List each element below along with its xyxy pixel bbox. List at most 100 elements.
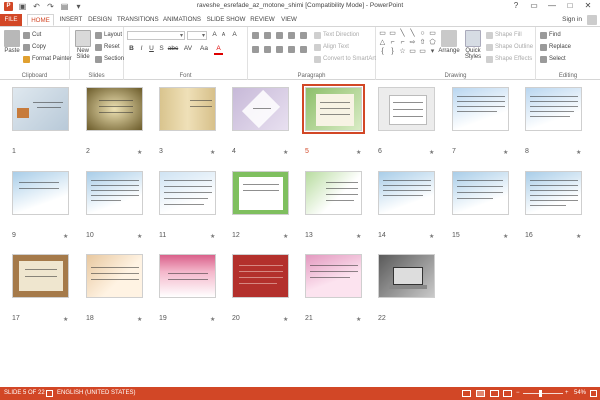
reading-view-icon[interactable]: [490, 390, 499, 397]
tab-animations[interactable]: ANIMATIONS: [162, 14, 202, 26]
bold-button[interactable]: B: [127, 45, 136, 53]
zoom-in-button[interactable]: +: [565, 387, 569, 400]
format-painter-button[interactable]: Format Painter: [23, 55, 72, 63]
italic-button[interactable]: I: [137, 45, 146, 53]
increase-indent-button[interactable]: [288, 31, 295, 39]
change-case-button[interactable]: Aa: [198, 45, 210, 53]
zoom-slider[interactable]: [523, 393, 563, 394]
new-slide-button[interactable]: New Slide: [73, 30, 93, 60]
tab-slide-show[interactable]: SLIDE SHOW: [206, 14, 246, 26]
shape-outline-button[interactable]: Shape Outline: [486, 43, 533, 51]
slide-thumbnail-19[interactable]: [159, 254, 216, 298]
tab-design[interactable]: DESIGN: [86, 14, 114, 26]
tab-insert[interactable]: INSERT: [58, 14, 84, 26]
right-brace-shape-icon[interactable]: }: [388, 48, 397, 56]
align-text-button[interactable]: Align Text: [314, 43, 349, 51]
slide-thumbnail-2[interactable]: [86, 87, 143, 131]
elbow-shape-icon[interactable]: ⌐: [398, 39, 407, 47]
slide-thumbnail-10[interactable]: [86, 171, 143, 215]
tab-home[interactable]: HOME: [27, 14, 54, 26]
slide-thumbnail-11[interactable]: [159, 171, 216, 215]
slide-thumbnail-13[interactable]: [305, 171, 362, 215]
replace-button[interactable]: Replace: [540, 43, 571, 51]
shrink-font-button[interactable]: A: [219, 31, 228, 39]
star-shape-icon[interactable]: ☆: [398, 48, 407, 56]
oval-shape-icon[interactable]: ○: [418, 30, 427, 38]
reset-button[interactable]: Reset: [95, 43, 120, 51]
language-status[interactable]: ENGLISH (UNITED STATES): [57, 387, 135, 400]
zoom-level[interactable]: 54%: [574, 387, 586, 400]
text-direction-button[interactable]: Text Direction: [314, 31, 359, 39]
right-arrow-shape-icon[interactable]: ⇨: [408, 39, 417, 47]
convert-to-smartart-button[interactable]: Convert to SmartArt: [314, 55, 376, 63]
up-arrow-shape-icon[interactable]: ⇧: [418, 39, 427, 47]
shape-fill-button[interactable]: Shape Fill: [486, 31, 522, 39]
ribbon-display-options-icon[interactable]: ▭: [525, 0, 543, 12]
spellcheck-icon[interactable]: [46, 390, 53, 397]
paste-button[interactable]: Paste: [3, 30, 21, 54]
tab-transitions[interactable]: TRANSITIONS: [117, 14, 159, 26]
slide-thumbnail-5[interactable]: [302, 84, 365, 134]
slide-thumbnail-4[interactable]: [232, 87, 289, 131]
normal-view-icon[interactable]: [462, 390, 471, 397]
bullets-button[interactable]: [252, 31, 259, 39]
align-center-button[interactable]: [264, 45, 271, 53]
slide-thumbnail-3[interactable]: [159, 87, 216, 131]
slide-thumbnail-18[interactable]: [86, 254, 143, 298]
close-button[interactable]: ✕: [579, 0, 597, 12]
slide-show-view-icon[interactable]: [503, 390, 512, 397]
rectangle-shape-icon[interactable]: ▭: [408, 48, 417, 56]
textbox-shape-icon[interactable]: ▭: [388, 30, 397, 38]
align-left-button[interactable]: [252, 45, 259, 53]
sign-in-link[interactable]: Sign in: [562, 14, 582, 26]
shape-effects-button[interactable]: Shape Effects: [486, 55, 532, 63]
quick-styles-button[interactable]: Quick Styles: [462, 30, 484, 60]
slide-thumbnail-7[interactable]: [452, 87, 509, 131]
tab-file[interactable]: FILE: [0, 14, 22, 26]
columns-button[interactable]: [300, 45, 307, 53]
line-spacing-button[interactable]: [300, 31, 307, 39]
font-size-combo[interactable]: ▾: [187, 31, 207, 40]
arrow-line-shape-icon[interactable]: ╲: [408, 30, 417, 38]
copy-button[interactable]: Copy: [23, 43, 46, 51]
slide-thumbnail-16[interactable]: [525, 171, 582, 215]
slide-thumbnail-8[interactable]: [525, 87, 582, 131]
shadow-button[interactable]: S: [157, 45, 166, 53]
cut-button[interactable]: Cut: [23, 31, 41, 39]
clear-formatting-button[interactable]: A: [230, 31, 239, 39]
arrange-button[interactable]: Arrange: [438, 30, 460, 54]
tab-review[interactable]: REVIEW: [249, 14, 276, 26]
slide-thumbnail-22[interactable]: [378, 254, 435, 298]
rectangle-shape-icon[interactable]: ▭: [378, 30, 387, 38]
slide-thumbnail-14[interactable]: [378, 171, 435, 215]
find-button[interactable]: Find: [540, 31, 561, 39]
grow-font-button[interactable]: A: [210, 31, 219, 39]
slide-thumbnail-20[interactable]: [232, 254, 289, 298]
shapes-more-icon[interactable]: ▾: [428, 48, 437, 56]
elbow-shape-icon[interactable]: ⌐: [388, 39, 397, 47]
select-button[interactable]: Select: [540, 55, 566, 63]
rounded-rect-shape-icon[interactable]: ▭: [428, 30, 437, 38]
zoom-out-button[interactable]: −: [516, 387, 520, 400]
zoom-slider-thumb[interactable]: [539, 390, 542, 397]
layout-button[interactable]: Layout: [95, 31, 122, 39]
slide-thumbnail-9[interactable]: [12, 171, 69, 215]
character-spacing-button[interactable]: AV: [182, 45, 194, 53]
slide-thumbnail-12[interactable]: [232, 171, 289, 215]
font-color-button[interactable]: A: [214, 45, 223, 55]
rectangle-shape-icon[interactable]: ▭: [418, 48, 427, 56]
line-shape-icon[interactable]: ╲: [398, 30, 407, 38]
pentagon-shape-icon[interactable]: ⬠: [428, 39, 437, 47]
minimize-button[interactable]: —: [543, 0, 561, 12]
shapes-gallery[interactable]: ▭ ▭ ╲ ╲ ○ ▭ △ ⌐ ⌐ ⇨ ⇧ ⬠ { } ☆ ▭ ▭ ▾: [378, 30, 437, 56]
slide-thumbnail-6[interactable]: [378, 87, 435, 131]
decrease-indent-button[interactable]: [276, 31, 283, 39]
numbering-button[interactable]: [264, 31, 271, 39]
help-icon[interactable]: ?: [507, 0, 525, 12]
font-name-combo[interactable]: ▾: [127, 31, 185, 40]
strikethrough-button[interactable]: abc: [167, 45, 179, 53]
tab-view[interactable]: VIEW: [279, 14, 299, 26]
slide-thumbnail-15[interactable]: [452, 171, 509, 215]
left-brace-shape-icon[interactable]: {: [378, 48, 387, 56]
slide-thumbnail-21[interactable]: [305, 254, 362, 298]
